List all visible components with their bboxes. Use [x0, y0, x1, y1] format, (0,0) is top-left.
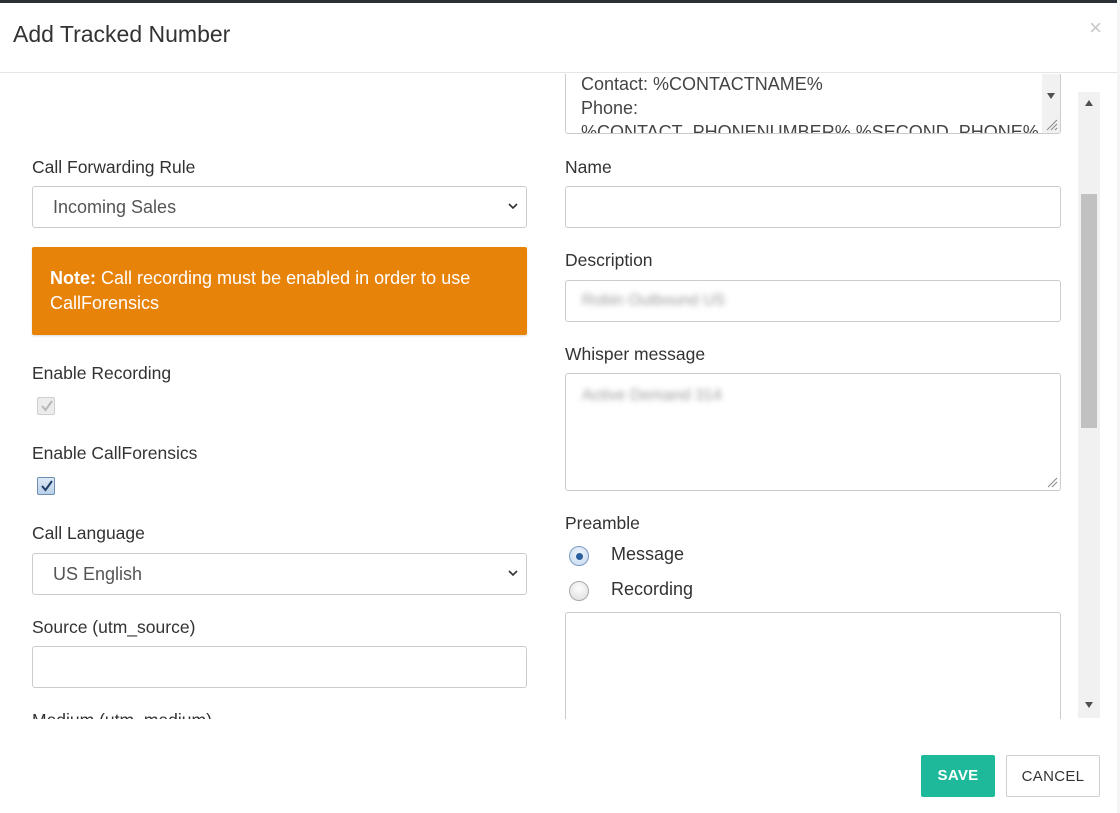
enable-callforensics-label: Enable CallForensics	[32, 443, 198, 463]
call-forwarding-select[interactable]: Incoming Sales	[32, 186, 527, 228]
close-icon[interactable]: ×	[1089, 17, 1102, 39]
scroll-down-arrow-icon[interactable]	[1085, 702, 1093, 708]
checkmark-icon	[41, 480, 53, 492]
medium-label: Medium (utm_medium)	[32, 710, 212, 719]
preamble-radio-recording[interactable]	[569, 581, 589, 601]
template-line-1: Contact: %CONTACTNAME%	[581, 74, 823, 94]
cancel-button[interactable]: CANCEL	[1006, 755, 1100, 797]
modal-body[interactable]: Contact: %CONTACTNAME% Phone: %CONTACT_P…	[0, 74, 1120, 719]
preamble-message-label: Message	[611, 544, 685, 564]
source-label: Source (utm_source)	[32, 617, 196, 637]
name-input[interactable]	[565, 186, 1061, 228]
enable-recording-label: Enable Recording	[32, 363, 172, 383]
note-bold: Note:	[50, 268, 96, 288]
textarea-scrollbar[interactable]	[1042, 74, 1060, 133]
name-label: Name	[565, 157, 612, 177]
chevron-down-icon	[508, 570, 518, 577]
preamble-textarea[interactable]	[565, 612, 1061, 719]
whisper-textarea[interactable]: Active Demand 314	[565, 373, 1061, 491]
source-input[interactable]	[32, 646, 527, 688]
template-line-3: %CONTACT_PHONENUMBER% %SECOND_PHONE%	[581, 122, 1039, 134]
call-forwarding-label: Call Forwarding Rule	[32, 157, 196, 177]
note-callout: Note: Call recording must be enabled in …	[32, 247, 527, 335]
scrollbar-thumb[interactable]	[1081, 194, 1097, 428]
resize-grip-icon[interactable]	[1046, 476, 1058, 488]
whisper-label: Whisper message	[565, 344, 706, 364]
chevron-down-icon	[508, 203, 518, 210]
modal-header: Add Tracked Number ×	[0, 3, 1120, 73]
description-value: Robin Outbound US	[582, 292, 726, 309]
template-line-2: Phone:	[581, 98, 639, 118]
description-label: Description	[565, 250, 653, 270]
call-language-select[interactable]: US English	[32, 553, 527, 595]
preamble-radio-message[interactable]	[569, 546, 589, 566]
scroll-down-arrow-icon[interactable]	[1047, 93, 1055, 99]
checkmark-icon	[41, 400, 53, 412]
preamble-label: Preamble	[565, 513, 640, 533]
preamble-recording-label: Recording	[611, 579, 694, 599]
call-forwarding-value: Incoming Sales	[53, 197, 177, 217]
enable-recording-checkbox	[37, 397, 55, 415]
modal-scrollbar[interactable]	[1078, 92, 1100, 718]
call-language-value: US English	[53, 564, 143, 584]
description-input[interactable]: Robin Outbound US	[565, 280, 1061, 322]
scroll-up-arrow-icon[interactable]	[1085, 100, 1093, 106]
call-language-label: Call Language	[32, 523, 145, 543]
modal-title: Add Tracked Number	[13, 21, 231, 47]
resize-grip-icon[interactable]	[1044, 117, 1058, 131]
enable-callforensics-checkbox[interactable]	[37, 477, 55, 495]
whisper-value: Active Demand 314	[582, 387, 722, 404]
note-text: Call recording must be enabled in order …	[50, 268, 471, 313]
template-textarea[interactable]: Contact: %CONTACTNAME% Phone: %CONTACT_P…	[565, 74, 1061, 134]
save-button[interactable]: SAVE	[921, 755, 995, 797]
